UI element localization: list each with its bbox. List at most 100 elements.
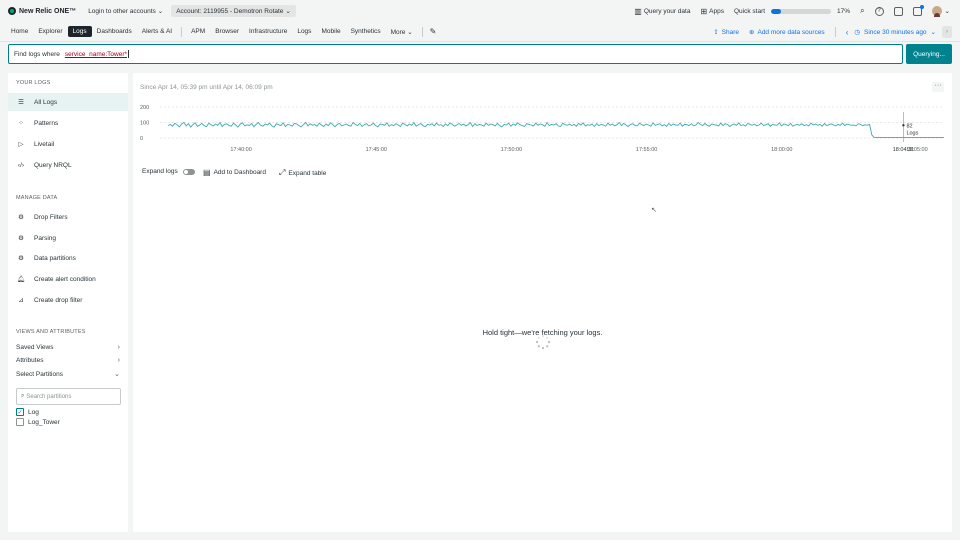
sidebar-item-create-drop-filter[interactable]: ⊿ Create drop filter — [8, 291, 128, 309]
checkbox-unchecked[interactable] — [16, 418, 24, 426]
account-picker[interactable]: Account: 2119955 - Demotron Rotate ⌄ — [171, 5, 296, 17]
feedback-icon[interactable] — [893, 6, 903, 16]
chart-x-tick-label: 17:55:00 — [636, 147, 657, 153]
chart-series-logs — [167, 121, 944, 138]
nav-synthetics[interactable]: Synthetics — [346, 26, 386, 37]
attributes-row[interactable]: Attributes › — [16, 357, 120, 364]
nav-logs-active[interactable]: Logs — [67, 26, 92, 37]
sidebar-item-label: All Logs — [34, 98, 58, 106]
edit-pencil-icon[interactable]: ✎ — [430, 27, 437, 36]
partition-log[interactable]: ✓ Log — [16, 408, 39, 416]
quick-start-progress[interactable]: Quick start 17% — [734, 8, 850, 15]
quick-start-label: Quick start — [733, 7, 766, 15]
chart-grid — [160, 106, 944, 139]
manage-data-heading: MANAGE DATA — [16, 195, 58, 201]
quick-start-progress-bar — [771, 8, 832, 14]
sidebar-item-query-nrql[interactable]: ‹/› Query NRQL — [8, 156, 128, 174]
search-icon[interactable]: ⌕ — [860, 6, 864, 16]
nav-home[interactable]: Home — [6, 26, 33, 37]
nav-apm[interactable]: APM — [186, 26, 210, 37]
sidebar-item-patterns[interactable]: ⁘ Patterns — [8, 114, 128, 132]
nav-browser[interactable]: Browser — [210, 26, 244, 37]
nav-logs[interactable]: Logs — [292, 26, 316, 37]
expand-table-label: Expand table — [288, 169, 327, 177]
query-prefix: Find logs where — [14, 50, 60, 58]
apps-button[interactable]: ⊞ Apps — [700, 7, 724, 16]
spinner-dot — [541, 346, 545, 350]
expand-table-button[interactable]: ⤢ Expand table — [279, 168, 326, 178]
nav-more[interactable]: More ⌄ — [386, 26, 418, 38]
chart-y-tick-label: 100 — [140, 121, 149, 127]
chart-cursor-time: 18:04:31 — [893, 147, 914, 153]
sidebar-item-livetail[interactable]: ▷ Livetail — [8, 135, 128, 153]
clock-icon: ◷ — [854, 29, 861, 36]
chart-x-tick-label: 17:40:00 — [230, 147, 251, 153]
help-icon[interactable]: ? — [874, 6, 884, 16]
sidebar-item-create-alert[interactable]: 🔔︎ Create alert condition — [8, 270, 128, 288]
partition-log-tower[interactable]: Log_Tower — [16, 418, 60, 426]
sidebar-item-data-partitions[interactable]: ⚙ Data partitions — [8, 249, 128, 267]
query-button[interactable]: Querying... — [906, 44, 952, 64]
attributes-label: Attributes — [16, 357, 44, 364]
spinner-dot — [535, 340, 539, 344]
checkbox-checked[interactable]: ✓ — [16, 408, 24, 416]
share-button[interactable]: ⇪ Share — [713, 28, 740, 37]
share-label: Share — [721, 28, 740, 36]
loading-message: Hold tight—we're fetching your logs. — [482, 328, 603, 337]
new-relic-logo-icon — [8, 7, 16, 15]
expand-logs-toggle[interactable]: Expand logs — [142, 168, 195, 175]
drop-filter-icon: ⊿ — [18, 297, 24, 304]
time-picker[interactable]: ◷ Since 30 minutes ago ⌄ — [854, 28, 936, 37]
sidebar-item-drop-filters[interactable]: ⚙ Drop Filters — [8, 208, 128, 226]
query-your-data-label: Query your data — [643, 7, 691, 15]
sidebar-item-all-logs[interactable]: ☰ All Logs — [8, 93, 128, 111]
notifications-icon[interactable] — [912, 4, 924, 16]
time-picker-label: Since 30 minutes ago — [864, 28, 927, 36]
add-data-sources-button[interactable]: ⊕ Add more data sources — [749, 28, 825, 37]
sidebar-item-label: Livetail — [34, 140, 55, 148]
nav-mobile[interactable]: Mobile — [316, 26, 345, 37]
spinner-dot — [546, 345, 549, 348]
partition-search-input[interactable]: ⌕ Search partitions — [16, 388, 121, 405]
chart-tooltip-value: 82 — [906, 123, 912, 129]
sidebar-item-label: Create drop filter — [34, 296, 83, 304]
chevron-down-icon: ⌄ — [114, 371, 120, 378]
partition-search-placeholder: Search partitions — [26, 393, 72, 400]
user-avatar[interactable] — [931, 6, 942, 17]
add-to-dashboard-label: Add to Dashboard — [213, 169, 266, 176]
spinner-dot — [537, 345, 540, 348]
nav-alerts-ai[interactable]: Alerts & AI — [137, 26, 177, 37]
nav-dashboards[interactable]: Dashboards — [92, 26, 137, 37]
views-attributes-heading: VIEWS AND ATTRIBUTES — [16, 329, 86, 335]
logs-volume-chart: 0 100 200 17:40:00 17:45:00 17:50:00 17:55:00… — [140, 105, 944, 153]
patterns-icon: ⁘ — [18, 120, 24, 127]
add-to-dashboard-button[interactable]: ▤ Add to Dashboard — [203, 168, 266, 177]
query-your-data-button[interactable]: ▥ Query your data — [634, 7, 690, 16]
nav-divider — [834, 27, 836, 37]
search-icon: ⌕ — [21, 393, 25, 399]
bell-icon: 🔔︎ — [16, 276, 26, 283]
saved-views-row[interactable]: Saved Views › — [16, 344, 120, 351]
nav-infrastructure[interactable]: Infrastructure — [244, 26, 292, 37]
more-options-button[interactable]: ··· — [932, 82, 944, 92]
select-partitions-row[interactable]: Select Partitions ⌄ — [16, 370, 120, 379]
apps-label: Apps — [709, 7, 724, 15]
list-icon: ☰ — [18, 99, 24, 106]
quick-start-progress-fill — [771, 8, 782, 14]
chart-x-tick-label: 18:00:00 — [771, 147, 792, 153]
login-accounts-dropdown[interactable]: Login to other accounts ⌄ — [88, 7, 163, 16]
nav-more-label: More — [390, 28, 406, 36]
chart-y-ticks: 0 100 200 — [140, 105, 149, 142]
time-next-icon[interactable]: › — [942, 26, 952, 38]
toggle-switch[interactable] — [182, 168, 195, 175]
nav-explorer[interactable]: Explorer — [33, 26, 67, 37]
text-cursor — [128, 50, 130, 58]
main-nav: Home Explorer Logs Dashboards Alerts & A… — [0, 22, 960, 42]
sidebar-item-parsing[interactable]: ⚙ Parsing — [8, 229, 128, 247]
log-query-bar[interactable]: Find logs where service_name:Tower* — [8, 44, 903, 64]
query-input-value[interactable]: service_name:Tower* — [65, 51, 127, 58]
partition-label: Log — [28, 408, 39, 416]
time-previous-icon[interactable]: ‹ — [846, 28, 849, 37]
chevron-down-icon[interactable]: ⌄ — [945, 7, 950, 15]
new-relic-logo[interactable]: New Relic ONE™ — [8, 7, 76, 15]
